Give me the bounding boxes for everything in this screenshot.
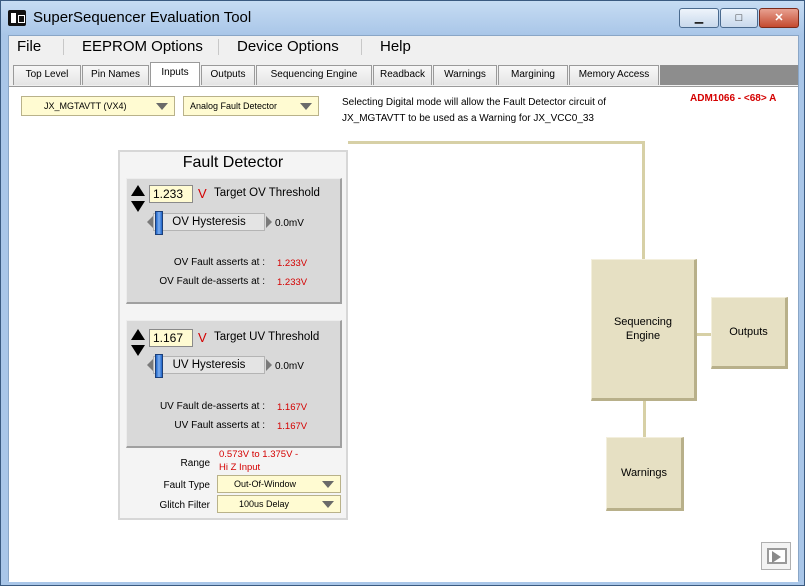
close-button[interactable]: ✕ — [759, 8, 799, 28]
input-select[interactable]: JX_MGTAVTT (VX4) — [21, 96, 175, 116]
play-button[interactable] — [761, 542, 791, 570]
tab-pin-names[interactable]: Pin Names — [82, 65, 149, 85]
tab-outputs[interactable]: Outputs — [201, 65, 255, 85]
tab-top-level[interactable]: Top Level — [13, 65, 81, 85]
tab-readback[interactable]: Readback — [373, 65, 432, 85]
uv-assert-value: 1.167V — [277, 421, 308, 432]
connector-line — [643, 397, 646, 437]
ov-hysteresis-thumb[interactable] — [155, 211, 163, 235]
ov-threshold-spinner[interactable] — [131, 185, 145, 213]
mode-select[interactable]: Analog Fault Detector — [183, 96, 319, 116]
sequencing-engine-label-line-2: Engine — [625, 330, 661, 342]
ov-assert-value: 1.233V — [277, 258, 308, 269]
window-title: SuperSequencer Evaluation Tool — [33, 9, 252, 26]
uv-hysteresis-right-arrow-icon[interactable] — [266, 359, 272, 371]
menu-separator — [218, 39, 219, 55]
uv-hysteresis-thumb[interactable] — [155, 354, 163, 378]
ov-threshold-input[interactable]: 1.233 — [149, 185, 193, 203]
fault-detector-panel: Fault Detector 1.233 V Target OV Thresho… — [118, 150, 348, 520]
tab-strip: Top Level Pin Names Inputs Outputs Seque… — [9, 60, 798, 86]
menu-separator — [361, 39, 362, 55]
outputs-block[interactable]: Outputs — [711, 297, 788, 369]
glitch-filter-label: Glitch Filter — [159, 500, 210, 511]
chevron-down-icon — [322, 501, 334, 508]
range-value-line-2: Hi Z Input — [219, 462, 261, 473]
inputs-tab-content: JX_MGTAVTT (VX4) Analog Fault Detector S… — [9, 86, 798, 582]
arrow-up-icon[interactable] — [131, 185, 145, 196]
range-value-line-1: 0.573V to 1.375V - — [219, 449, 299, 460]
input-select-value: JX_MGTAVTT (VX4) — [44, 101, 127, 111]
arrow-down-icon[interactable] — [131, 201, 145, 212]
mode-info-text: Selecting Digital mode will allow the Fa… — [342, 95, 642, 127]
device-id-label: ADM1066 - <68> A — [690, 93, 777, 104]
ov-hysteresis-value: 0.0mV — [275, 218, 304, 229]
tab-strip-fill — [660, 65, 798, 85]
mode-info-line-1: Selecting Digital mode will allow the Fa… — [342, 97, 606, 108]
maximize-button[interactable]: □ — [720, 8, 758, 28]
menu-eeprom-options[interactable]: EEPROM Options — [82, 38, 203, 55]
mode-select-value: Analog Fault Detector — [190, 101, 278, 111]
uv-hysteresis-slider[interactable]: UV Hysteresis — [153, 356, 265, 374]
title-bar: SuperSequencer Evaluation Tool ▁ □ ✕ — [1, 1, 804, 35]
uv-threshold-label: Target UV Threshold — [214, 331, 320, 343]
menu-device-options[interactable]: Device Options — [237, 38, 339, 55]
tab-sequencing-engine[interactable]: Sequencing Engine — [256, 65, 372, 85]
uv-deassert-label: UV Fault de-asserts at : — [159, 401, 265, 412]
menu-help[interactable]: Help — [380, 38, 411, 55]
fault-type-label: Fault Type — [163, 480, 210, 491]
ov-deassert-value: 1.233V — [277, 277, 308, 288]
glitch-filter-select[interactable]: 100us Delay — [217, 495, 341, 513]
warnings-block[interactable]: Warnings — [606, 437, 684, 511]
glitch-filter-value: 100us Delay — [239, 499, 290, 509]
sequencing-engine-block-label: Sequencing Engine — [614, 315, 672, 343]
fault-type-select[interactable]: Out-Of-Window — [217, 475, 341, 493]
minimize-button[interactable]: ▁ — [679, 8, 719, 28]
tab-margining[interactable]: Margining — [498, 65, 568, 85]
ov-hysteresis-right-arrow-icon[interactable] — [266, 216, 272, 228]
menu-bar: File EEPROM Options Device Options Help — [9, 36, 798, 58]
chevron-down-icon — [322, 481, 334, 488]
outputs-block-label: Outputs — [729, 326, 768, 338]
tab-memory-access[interactable]: Memory Access — [569, 65, 659, 85]
uv-threshold-input[interactable]: 1.167 — [149, 329, 193, 347]
uv-unit-label: V — [198, 330, 207, 345]
fault-type-value: Out-Of-Window — [234, 479, 297, 489]
arrow-up-icon[interactable] — [131, 329, 145, 340]
play-icon — [772, 551, 781, 563]
ov-deassert-label: OV Fault de-asserts at : — [159, 276, 265, 287]
ov-assert-label: OV Fault asserts at : — [173, 257, 265, 268]
app-window: SuperSequencer Evaluation Tool ▁ □ ✕ Fil… — [0, 0, 805, 586]
sequencing-engine-block[interactable]: Sequencing Engine — [591, 259, 697, 401]
chevron-down-icon — [300, 103, 312, 110]
tab-warnings[interactable]: Warnings — [433, 65, 497, 85]
mode-info-line-2: JX_MGTAVTT to be used as a Warning for J… — [342, 113, 594, 124]
uv-deassert-value: 1.167V — [277, 402, 308, 413]
uv-threshold-spinner[interactable] — [131, 329, 145, 357]
tab-inputs[interactable]: Inputs — [150, 62, 200, 86]
ov-threshold-label: Target OV Threshold — [214, 187, 320, 199]
client-area: File EEPROM Options Device Options Help … — [8, 35, 799, 582]
ov-hysteresis-slider[interactable]: OV Hysteresis — [153, 213, 265, 231]
chevron-down-icon — [156, 103, 168, 110]
menu-separator — [63, 39, 64, 55]
range-label: Range — [180, 458, 210, 469]
fault-detector-title: Fault Detector — [182, 154, 284, 171]
app-icon — [8, 10, 26, 26]
arrow-down-icon[interactable] — [131, 345, 145, 356]
connector-line — [642, 141, 645, 259]
uv-hysteresis-value: 0.0mV — [275, 361, 304, 372]
ov-section: 1.233 V Target OV Threshold OV Hysteresi… — [126, 178, 342, 304]
sequencing-engine-label-line-1: Sequencing — [613, 316, 673, 328]
warnings-block-label: Warnings — [620, 467, 668, 479]
uv-assert-label: UV Fault asserts at : — [174, 420, 265, 431]
menu-file[interactable]: File — [17, 38, 41, 55]
uv-section: 1.167 V Target UV Threshold UV Hysteresi… — [126, 320, 342, 448]
ov-unit-label: V — [198, 186, 207, 201]
connector-line — [348, 141, 645, 144]
